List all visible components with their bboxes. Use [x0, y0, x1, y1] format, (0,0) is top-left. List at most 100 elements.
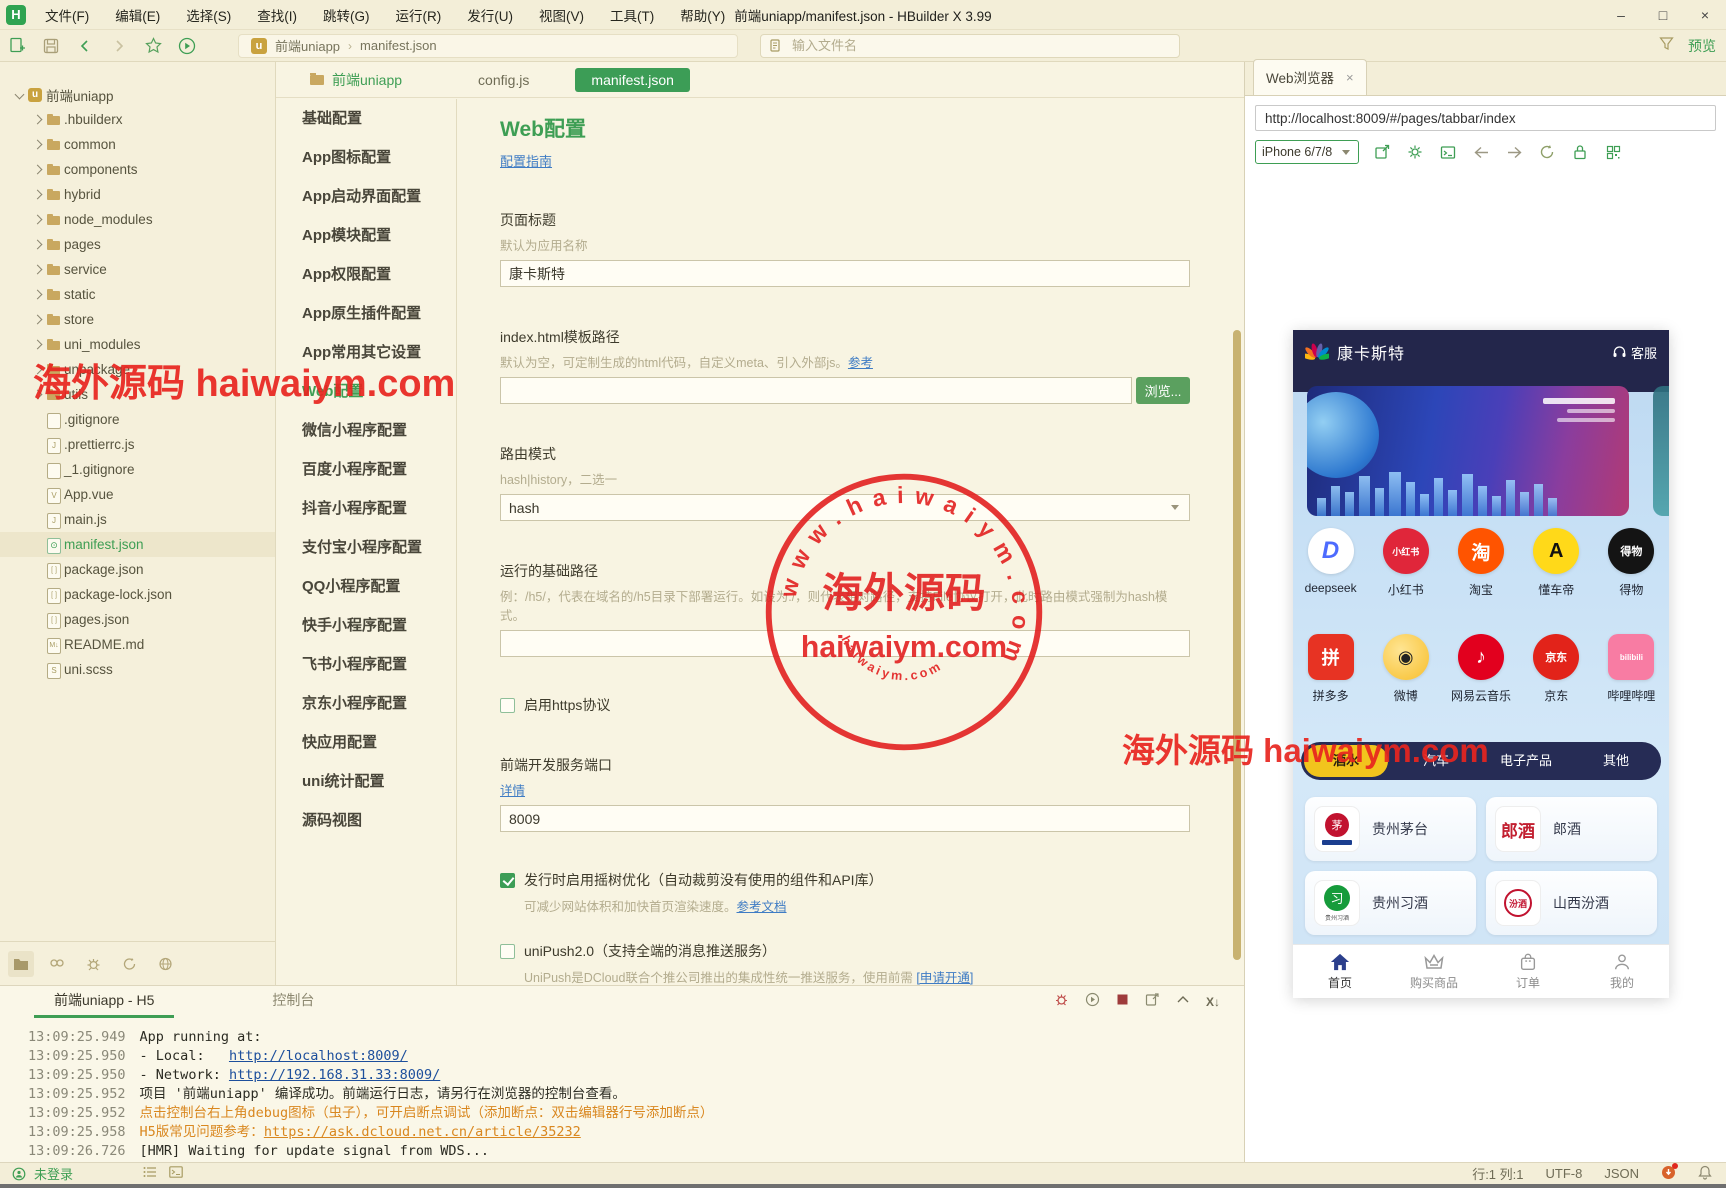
- tree-item[interactable]: manifest.json: [0, 532, 275, 557]
- tree-item[interactable]: App.vue: [0, 482, 275, 507]
- debug-panel-icon[interactable]: [80, 951, 106, 977]
- tree-item[interactable]: pages.json: [0, 607, 275, 632]
- tab-project[interactable]: 前端uniapp: [310, 70, 402, 90]
- tree-item[interactable]: package-lock.json: [0, 582, 275, 607]
- menu-item[interactable]: 查找(I): [246, 2, 308, 28]
- menu-item[interactable]: 选择(S): [175, 2, 242, 28]
- manifest-nav-item[interactable]: App权限配置: [276, 255, 456, 294]
- tree-item[interactable]: components: [0, 157, 275, 182]
- browser-tab[interactable]: Web浏览器 ×: [1253, 59, 1367, 95]
- chevron-icon[interactable]: [30, 287, 46, 303]
- app-shortcut[interactable]: ♪ 网易云音乐: [1443, 634, 1518, 704]
- brand-card-langjiu[interactable]: 郎酒 郎酒: [1486, 797, 1657, 861]
- update-icon[interactable]: [1661, 1162, 1678, 1183]
- menu-item[interactable]: 编辑(E): [104, 2, 171, 28]
- manifest-nav-item[interactable]: 快应用配置: [276, 723, 456, 762]
- nav-back-icon[interactable]: [1471, 142, 1491, 162]
- tree-item[interactable]: utils: [0, 382, 275, 407]
- manifest-nav-item[interactable]: App模块配置: [276, 216, 456, 255]
- menu-item[interactable]: 发行(U): [456, 2, 524, 28]
- chevron-icon[interactable]: [30, 262, 46, 278]
- manifest-nav-item[interactable]: 快手小程序配置: [276, 606, 456, 645]
- log-link[interactable]: http://192.168.31.33:8009/: [229, 1067, 440, 1083]
- console-tab-run[interactable]: 前端uniapp - H5: [33, 990, 175, 1018]
- collapse-icon[interactable]: [1176, 993, 1190, 1011]
- manifest-nav-item[interactable]: 基础配置: [276, 99, 456, 138]
- open-external-icon[interactable]: [1372, 142, 1392, 162]
- category-tab-other[interactable]: 其他: [1574, 745, 1658, 777]
- tab-buy[interactable]: 购买商品: [1387, 945, 1481, 998]
- breadcrumb[interactable]: u 前端uniapp › manifest.json: [238, 33, 738, 58]
- breadcrumb-project[interactable]: 前端uniapp: [275, 36, 340, 55]
- outline-icon[interactable]: [143, 1166, 157, 1181]
- notification-bell-icon[interactable]: [1698, 1165, 1712, 1183]
- file-search[interactable]: [760, 33, 1180, 58]
- new-file-icon[interactable]: [0, 33, 34, 59]
- url-input[interactable]: [1255, 105, 1716, 131]
- resume-icon[interactable]: [1085, 992, 1100, 1012]
- treeshaking-checkbox[interactable]: [500, 872, 515, 888]
- preview-button[interactable]: 预览: [1688, 36, 1716, 56]
- app-shortcut[interactable]: 拼 拼多多: [1293, 634, 1368, 704]
- tree-item[interactable]: .prettierrc.js: [0, 432, 275, 457]
- template-path-input[interactable]: [500, 377, 1132, 404]
- tab-home[interactable]: 首页: [1293, 945, 1387, 998]
- chevron-icon[interactable]: [30, 362, 46, 378]
- menu-item[interactable]: 运行(R): [385, 2, 453, 28]
- tree-item[interactable]: node_modules: [0, 207, 275, 232]
- log-link[interactable]: https://ask.dcloud.net.cn/article/35232: [264, 1124, 581, 1140]
- tree-item[interactable]: _1.gitignore: [0, 457, 275, 482]
- log-link[interactable]: http://localhost:8009/: [229, 1048, 408, 1064]
- encoding[interactable]: UTF-8: [1545, 1166, 1582, 1181]
- editor-scrollbar[interactable]: [1233, 330, 1241, 960]
- chevron-icon[interactable]: [30, 512, 46, 528]
- manifest-nav-item[interactable]: 抖音小程序配置: [276, 489, 456, 528]
- breadcrumb-file[interactable]: manifest.json: [360, 38, 437, 53]
- manifest-nav-item[interactable]: Web配置: [276, 372, 456, 411]
- manifest-nav-item[interactable]: App常用其它设置: [276, 333, 456, 372]
- chevron-icon[interactable]: [30, 537, 46, 553]
- tree-item[interactable]: package.json: [0, 557, 275, 582]
- search-panel-icon[interactable]: [44, 951, 70, 977]
- device-select[interactable]: iPhone 6/7/8: [1255, 140, 1359, 164]
- tree-item[interactable]: unpackage: [0, 357, 275, 382]
- chevron-icon[interactable]: [30, 562, 46, 578]
- qr-code-icon[interactable]: [1603, 142, 1623, 162]
- debug-bug-icon[interactable]: [1054, 992, 1069, 1012]
- tab-config-js[interactable]: config.js: [478, 72, 529, 88]
- chevron-icon[interactable]: [30, 187, 46, 203]
- tab-orders[interactable]: 订单: [1481, 945, 1575, 998]
- chevron-icon[interactable]: [30, 612, 46, 628]
- web-panel-icon[interactable]: [152, 951, 178, 977]
- chevron-icon[interactable]: [30, 387, 46, 403]
- brand-card-fenjiu[interactable]: 汾酒 山西汾酒: [1486, 871, 1657, 935]
- manifest-nav-item[interactable]: 京东小程序配置: [276, 684, 456, 723]
- app-shortcut[interactable]: 得物 得物: [1594, 528, 1669, 598]
- config-guide-link[interactable]: 配置指南: [500, 154, 552, 169]
- category-tab-electronics[interactable]: 电子产品: [1484, 745, 1568, 777]
- menu-item[interactable]: 帮助(Y): [669, 2, 736, 28]
- settings-gear-icon[interactable]: [1405, 142, 1425, 162]
- language-mode[interactable]: JSON: [1604, 1166, 1639, 1181]
- brand-card-moutai[interactable]: 茅 贵州茅台: [1305, 797, 1476, 861]
- chevron-icon[interactable]: [30, 312, 46, 328]
- tree-item[interactable]: README.md: [0, 632, 275, 657]
- port-detail-link[interactable]: 详情: [500, 784, 525, 798]
- https-checkbox[interactable]: [500, 697, 515, 713]
- chevron-icon[interactable]: [30, 237, 46, 253]
- console-tab-console[interactable]: 控制台: [258, 990, 328, 1018]
- tree-item[interactable]: .hbuilderx: [0, 107, 275, 132]
- dev-port-input[interactable]: [500, 805, 1190, 832]
- star-icon[interactable]: [136, 33, 170, 59]
- menu-item[interactable]: 工具(T): [599, 2, 665, 28]
- tree-item[interactable]: store: [0, 307, 275, 332]
- unipush-apply-link[interactable]: [申请开通]: [916, 971, 973, 985]
- close-button[interactable]: ×: [1684, 0, 1726, 30]
- app-shortcut[interactable]: bilibili 哔哩哔哩: [1594, 634, 1669, 704]
- manifest-nav-item[interactable]: 支付宝小程序配置: [276, 528, 456, 567]
- manifest-nav-item[interactable]: uni统计配置: [276, 762, 456, 801]
- chevron-icon[interactable]: [30, 437, 46, 453]
- devtools-console-icon[interactable]: [1438, 142, 1458, 162]
- treeshaking-doc-link[interactable]: 参考文档: [737, 900, 787, 914]
- browse-button[interactable]: 浏览...: [1136, 377, 1190, 404]
